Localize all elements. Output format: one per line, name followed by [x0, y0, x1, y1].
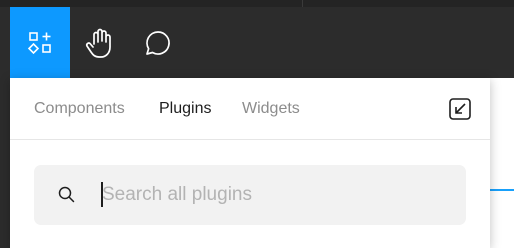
selection-line — [490, 189, 514, 191]
components-tool-button[interactable] — [10, 7, 70, 78]
resources-panel: Components Plugins Widgets — [10, 78, 490, 248]
toolbar-top-strip — [0, 0, 514, 7]
tab-widgets[interactable]: Widgets — [242, 100, 300, 118]
toolbar — [0, 0, 514, 78]
collapse-arrow-icon — [449, 98, 471, 120]
hand-tool-button[interactable] — [70, 7, 130, 78]
comment-icon — [146, 30, 170, 55]
search-input[interactable] — [100, 179, 442, 211]
collapse-button[interactable] — [447, 96, 473, 122]
components-icon — [27, 31, 51, 54]
tab-components[interactable]: Components — [34, 100, 125, 118]
tab-plugins[interactable]: Plugins — [159, 100, 211, 118]
canvas-edge — [490, 78, 514, 248]
comment-tool-button[interactable] — [128, 7, 188, 78]
search-box[interactable] — [34, 165, 466, 225]
search-icon — [58, 186, 75, 203]
hand-icon — [85, 28, 111, 58]
text-caret — [101, 182, 103, 207]
panel-tabs: Components Plugins Widgets — [10, 78, 490, 140]
